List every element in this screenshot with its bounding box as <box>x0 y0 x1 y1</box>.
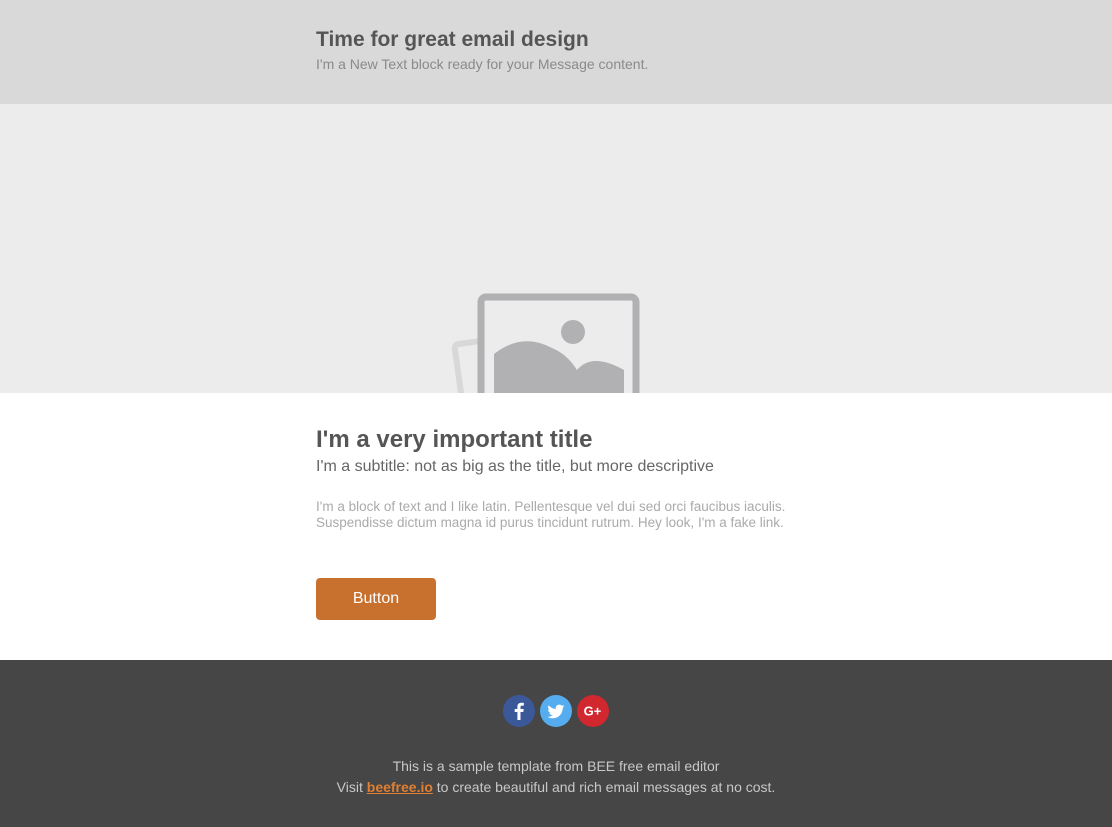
footer-line-2-suffix: to create beautiful and rich email messa… <box>432 779 776 795</box>
footer-text: This is a sample template from BEE free … <box>0 756 1112 798</box>
social-icons: G+ <box>0 695 1112 727</box>
header-title: Time for great email design <box>316 28 589 51</box>
header-subtitle: I'm a New Text block ready for your Mess… <box>316 56 649 72</box>
svg-text:G+: G+ <box>584 704 602 719</box>
footer-line-2-prefix: Visit <box>336 779 367 795</box>
twitter-icon[interactable] <box>540 695 572 727</box>
header-section: Time for great email design I'm a New Te… <box>0 0 1112 104</box>
main-subtitle: I'm a subtitle: not as big as the title,… <box>316 458 714 475</box>
main-title: I'm a very important title <box>316 426 593 453</box>
header-content: Time for great email design I'm a New Te… <box>316 27 796 73</box>
hero-image-block <box>0 104 1112 432</box>
facebook-icon[interactable] <box>503 695 535 727</box>
fake-link[interactable]: I'm a fake link. <box>698 515 784 530</box>
footer-line-2: Visit beefree.io to create beautiful and… <box>0 777 1112 798</box>
footer-line-1: This is a sample template from BEE free … <box>392 758 720 774</box>
beefree-link[interactable]: beefree.io <box>367 779 433 795</box>
google-plus-icon[interactable]: G+ <box>577 695 609 727</box>
content-section: I'm a very important title I'm a subtitl… <box>0 393 1112 660</box>
body-text: I'm a block of text and I like latin. Pe… <box>316 499 796 531</box>
content-inner: I'm a very important title I'm a subtitl… <box>316 425 796 620</box>
cta-button[interactable]: Button <box>316 578 436 620</box>
footer-section: G+ This is a sample template from BEE fr… <box>0 660 1112 827</box>
